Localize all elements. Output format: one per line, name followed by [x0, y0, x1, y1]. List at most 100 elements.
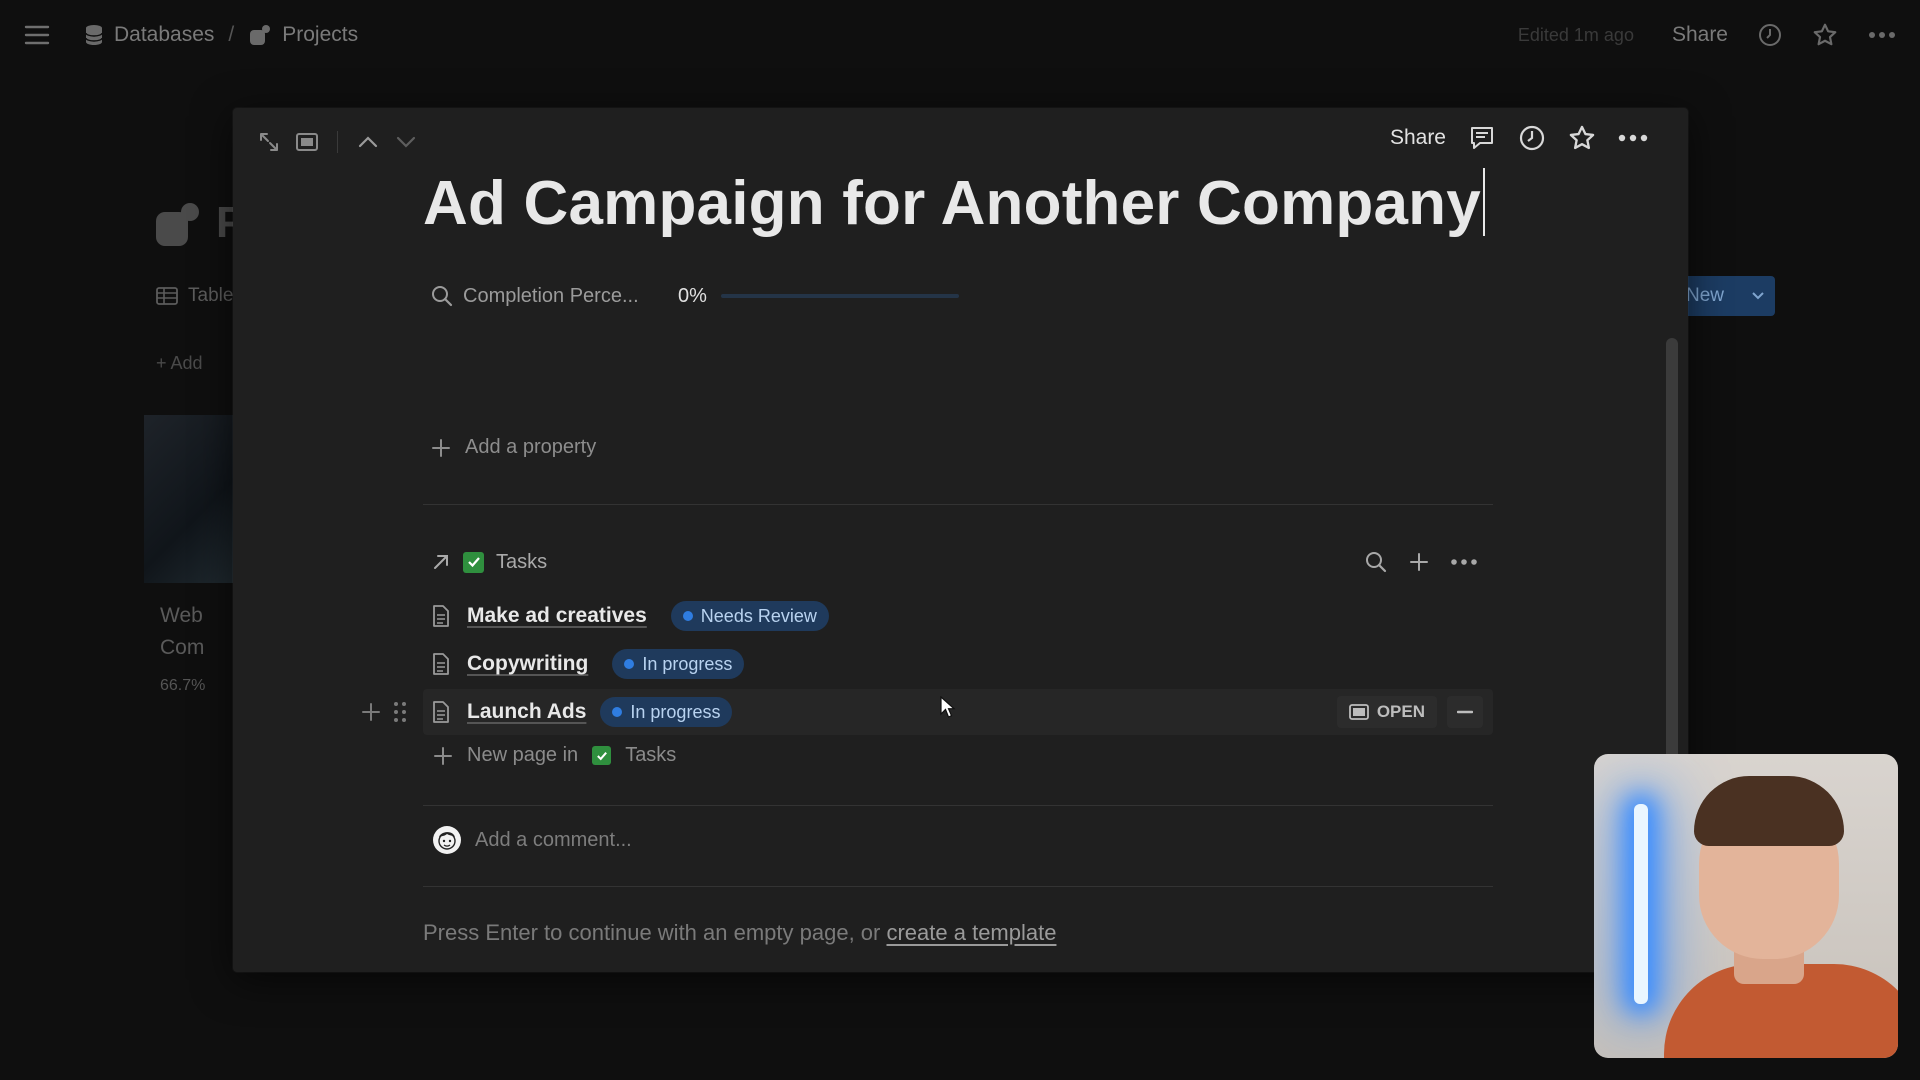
- add-property-label: Add a property: [465, 436, 597, 458]
- card-percent: 66.7%: [160, 677, 206, 694]
- breadcrumb-projects[interactable]: Projects: [248, 23, 358, 47]
- divider: [423, 805, 1493, 806]
- open-button-label: OPEN: [1376, 702, 1425, 721]
- task-name[interactable]: Copywriting: [467, 652, 588, 676]
- status-badge[interactable]: In progress: [612, 649, 745, 679]
- checkbox-icon: [463, 551, 484, 573]
- row-actions: OPEN: [1336, 696, 1483, 728]
- create-template-link[interactable]: create a template: [886, 920, 1056, 945]
- peek-mode-icon: [1348, 703, 1369, 721]
- task-row[interactable]: Launch Ads In progress OPEN: [362, 689, 1493, 735]
- chevron-down-icon[interactable]: [1751, 291, 1765, 301]
- progress-bar: [720, 294, 959, 298]
- tasks-label[interactable]: Tasks: [423, 551, 547, 574]
- card-title-line: Com: [160, 636, 205, 659]
- comment-input[interactable]: Add a comment...: [423, 826, 632, 854]
- page-title-text: Ad Campaign for Another Company: [423, 169, 1481, 238]
- divider: [423, 504, 1493, 505]
- share-button[interactable]: Share: [1390, 126, 1446, 150]
- breadcrumb-separator: /: [228, 23, 235, 46]
- property-completion[interactable]: Completion Perce... 0%: [423, 276, 959, 316]
- new-page-in-tasks-button[interactable]: New page in Tasks: [423, 744, 676, 767]
- checkbox-icon: [592, 746, 612, 765]
- card-cover-image: [144, 415, 234, 583]
- card-title-line: Web: [160, 604, 203, 627]
- modal-nav-controls: [257, 130, 418, 154]
- breadcrumb-databases[interactable]: Databases: [84, 23, 214, 47]
- star-icon[interactable]: [1812, 22, 1838, 48]
- hint-text: Press Enter to continue with an empty pa…: [423, 920, 887, 945]
- property-name-label: Completion Perce...: [463, 284, 639, 307]
- peek-mode-icon[interactable]: [295, 131, 319, 153]
- more-icon[interactable]: [1618, 134, 1648, 142]
- task-name[interactable]: Launch Ads: [467, 700, 586, 724]
- blue-light-tube: [1634, 804, 1648, 1004]
- row-handles: [361, 689, 407, 735]
- breadcrumb-label: Databases: [114, 23, 215, 46]
- property-value: 0%: [678, 285, 959, 308]
- tasks-title: Tasks: [496, 550, 548, 573]
- card-title[interactable]: Web Com: [160, 600, 204, 664]
- view-tab-label: Table: [188, 285, 234, 306]
- star-icon[interactable]: [1568, 124, 1596, 152]
- webcam-overlay: [1594, 754, 1898, 1058]
- status-label: Needs Review: [700, 605, 817, 626]
- chevron-up-icon[interactable]: [356, 134, 380, 150]
- tasks-toolbar: [1365, 551, 1493, 573]
- status-dot: [612, 707, 623, 717]
- open-button[interactable]: OPEN: [1336, 696, 1437, 728]
- view-tab-table[interactable]: Table: [156, 285, 233, 307]
- chevron-down-icon[interactable]: [394, 134, 418, 150]
- edited-timestamp: Edited 1m ago: [1517, 24, 1634, 45]
- top-bar: Databases / Projects Edited 1m ago Share: [0, 0, 1920, 70]
- remove-relation-button[interactable]: [1447, 696, 1483, 728]
- mouse-cursor-icon: [940, 696, 956, 718]
- comment-placeholder: Add a comment...: [475, 828, 632, 851]
- property-name[interactable]: Completion Perce...: [423, 285, 678, 308]
- new-button-label: New: [1686, 285, 1725, 306]
- arrow-up-right-icon: [431, 552, 451, 572]
- menu-icon[interactable]: [24, 24, 50, 46]
- topbar-share-button[interactable]: Share: [1672, 23, 1728, 47]
- history-icon[interactable]: [1518, 124, 1546, 152]
- search-icon: [431, 285, 453, 307]
- minus-icon: [1457, 710, 1473, 714]
- plus-icon[interactable]: [361, 702, 381, 722]
- search-icon[interactable]: [1365, 551, 1387, 573]
- status-badge[interactable]: Needs Review: [670, 601, 829, 631]
- page-peek-modal: Share Ad Campaign for Another Company Co…: [233, 108, 1688, 972]
- divider: [423, 886, 1493, 887]
- status-label: In progress: [642, 653, 733, 674]
- modal-actions: Share: [1390, 124, 1648, 152]
- status-badge[interactable]: In progress: [600, 697, 733, 727]
- divider: [337, 131, 338, 153]
- page-title[interactable]: Ad Campaign for Another Company: [423, 168, 1485, 239]
- drag-handle-icon[interactable]: [393, 701, 407, 723]
- table-icon: [156, 287, 178, 305]
- more-icon[interactable]: [1451, 559, 1477, 565]
- status-dot: [624, 659, 635, 669]
- new-page-label: New page in: [467, 744, 579, 766]
- plus-icon[interactable]: [1409, 552, 1429, 572]
- completion-percent: 0%: [678, 284, 707, 307]
- projects-icon: [248, 24, 272, 46]
- text-caret: [1482, 168, 1485, 236]
- add-property-button[interactable]: Add a property: [423, 436, 596, 459]
- plus-icon: [431, 438, 451, 458]
- database-icon: [84, 24, 104, 46]
- status-dot: [682, 611, 693, 621]
- new-page-target: Tasks: [625, 744, 677, 766]
- task-row[interactable]: Make ad creatives Needs Review: [423, 593, 1493, 639]
- history-icon[interactable]: [1758, 23, 1782, 47]
- presenter-hair: [1694, 776, 1844, 846]
- comment-icon[interactable]: [1468, 124, 1496, 152]
- task-name[interactable]: Make ad creatives: [467, 604, 647, 628]
- task-row[interactable]: Copywriting In progress: [423, 641, 1493, 687]
- avatar: [433, 826, 461, 854]
- empty-page-hint: Press Enter to continue with an empty pa…: [423, 920, 1056, 946]
- page-icon: [431, 604, 451, 628]
- status-label: In progress: [630, 701, 721, 722]
- more-icon[interactable]: [1868, 31, 1896, 39]
- expand-icon[interactable]: [257, 130, 281, 154]
- add-view-button[interactable]: + Add: [156, 353, 203, 374]
